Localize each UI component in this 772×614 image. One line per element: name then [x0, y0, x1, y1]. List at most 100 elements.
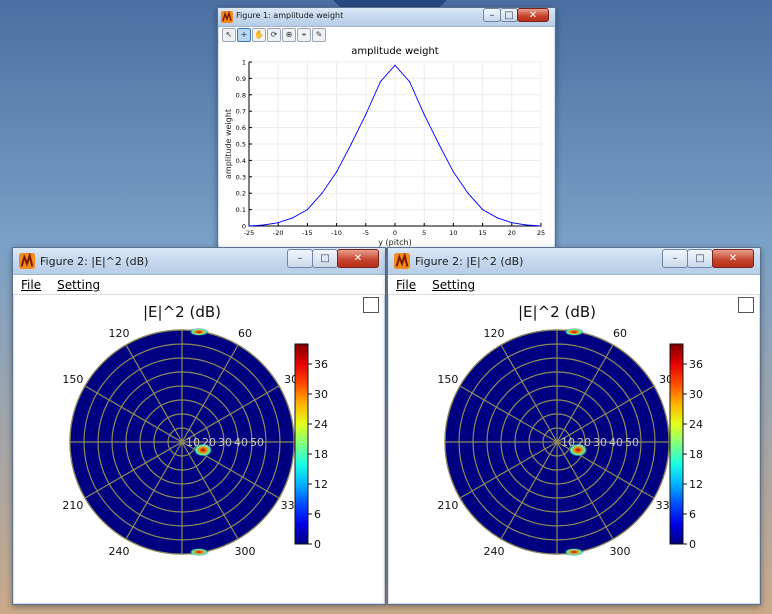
radial-label: 20 [577, 436, 591, 449]
colorbar-tick-label: 6 [689, 508, 696, 521]
radial-label: 50 [250, 436, 264, 449]
y-tick-label: 0.8 [236, 91, 246, 99]
polar-heatmap-plot: |E|^2 (dB)3060120150210240 30033010 20 30 40… [62, 303, 328, 558]
radial-label: 40 [234, 436, 248, 449]
data-point [467, 192, 469, 194]
colorbar-tick-label: 36 [689, 358, 703, 371]
x-tick-label: 10 [449, 229, 457, 237]
data-point [394, 64, 396, 66]
hotspot-bottom [189, 548, 209, 556]
close-button[interactable]: ✕ [517, 8, 549, 22]
title-bar[interactable]: Figure 2: |E|^2 (dB) – □ ✕ [388, 248, 760, 275]
x-tick-label: -15 [302, 229, 313, 237]
y-tick-label: 0.6 [236, 124, 246, 132]
pointer-icon[interactable]: ↖ [222, 28, 236, 42]
angle-label: 60 [613, 327, 627, 340]
y-tick-label: 0 [242, 223, 246, 231]
data-point [511, 222, 513, 224]
colorbar-tick-label: 30 [314, 388, 328, 401]
minimize-button[interactable]: – [287, 249, 313, 268]
x-tick-label: 15 [478, 229, 486, 237]
data-point [292, 217, 294, 219]
rotate-icon[interactable]: ⟳ [267, 28, 281, 42]
radial-label: 10 [561, 436, 575, 449]
colorbar [294, 343, 309, 545]
maximize-button[interactable]: □ [500, 8, 518, 22]
polar-plot-window-right[interactable]: Figure 2: |E|^2 (dB) – □ ✕ File Setting |… [387, 247, 761, 605]
angle-label: 300 [610, 545, 631, 558]
data-point [321, 192, 323, 194]
angle-label: 240 [109, 545, 130, 558]
colorbar-tick-label: 30 [689, 388, 703, 401]
minimize-button[interactable]: – [483, 8, 501, 22]
data-point [482, 209, 484, 211]
data-point [277, 222, 279, 224]
angle-label: 210 [62, 499, 83, 512]
close-button[interactable]: ✕ [337, 249, 379, 268]
title-bar[interactable]: Figure 1: amplitude weight – □ ✕ [218, 8, 555, 27]
colorbar-tick-label: 24 [689, 418, 703, 431]
x-tick-label: -20 [273, 229, 284, 237]
colorbar-tick-label: 18 [689, 448, 703, 461]
angle-label: 240 [484, 545, 505, 558]
radial-label: 20 [202, 436, 216, 449]
data-point [525, 224, 527, 226]
amplitude-weight-plot: -25 -20 -15 -10 -5 0 5 10 15 20 2500.10.20.30.40.5… [224, 46, 545, 247]
menu-file[interactable]: File [388, 275, 424, 294]
colorbar [669, 343, 684, 545]
figure-toolbar: ↖ + ✋ ⟳ ⊕ ⌖ ✎ [222, 28, 326, 42]
data-point [248, 225, 250, 227]
angle-label: 210 [437, 499, 458, 512]
chart-title: |E|^2 (dB) [518, 303, 596, 321]
radial-label: 30 [218, 436, 232, 449]
menu-setting[interactable]: Setting [49, 275, 108, 294]
data-point [423, 113, 425, 116]
data-point [496, 217, 498, 219]
y-tick-label: 1 [242, 59, 246, 67]
zoom-box-icon[interactable]: ⊕ [282, 28, 296, 42]
colorbar-tick-label: 0 [689, 538, 696, 551]
data-point [438, 143, 440, 145]
matlab-icon [221, 11, 233, 23]
colorbar-tick-label: 0 [314, 538, 321, 551]
data-point [263, 224, 265, 226]
y-tick-label: 0.7 [236, 108, 246, 116]
x-axis-label: y (pitch) [378, 238, 411, 247]
y-tick-label: 0.5 [236, 141, 246, 149]
polar-plot-window-left[interactable]: Figure 2: |E|^2 (dB) – □ ✕ File Setting |… [12, 247, 386, 605]
minimize-button[interactable]: – [662, 249, 688, 268]
window-title: Figure 2: |E|^2 (dB) [415, 255, 524, 268]
x-tick-label: 25 [537, 229, 545, 237]
x-tick-label: 5 [422, 229, 426, 237]
colorbar-tick-label: 12 [689, 478, 703, 491]
data-point [350, 143, 352, 145]
radial-label: 40 [609, 436, 623, 449]
brush-icon[interactable]: ✎ [312, 28, 326, 42]
data-point [452, 171, 454, 173]
hotspot-top [564, 328, 584, 336]
y-tick-label: 0.2 [236, 190, 246, 198]
data-point [540, 225, 542, 227]
y-tick-label: 0.3 [236, 173, 246, 181]
y-axis-label: amplitude weight [224, 109, 233, 179]
maximize-button[interactable]: □ [312, 249, 338, 268]
chart-title: amplitude weight [351, 46, 439, 57]
title-bar[interactable]: Figure 2: |E|^2 (dB) – □ ✕ [13, 248, 385, 275]
zoom-icon[interactable]: + [237, 28, 251, 42]
matlab-icon [19, 253, 35, 269]
angle-label: 150 [437, 373, 458, 386]
radial-label: 30 [593, 436, 607, 449]
menu-file[interactable]: File [13, 275, 49, 294]
amplitude-weight-window[interactable]: Figure 1: amplitude weight – □ ✕ ↖ + ✋ ⟳… [217, 7, 556, 249]
window-title: Figure 2: |E|^2 (dB) [40, 255, 149, 268]
pan-icon[interactable]: ✋ [252, 28, 266, 42]
data-point [336, 171, 338, 173]
close-button[interactable]: ✕ [712, 249, 754, 268]
datatip-icon[interactable]: ⌖ [297, 28, 311, 42]
menu-bar: File Setting [13, 275, 385, 295]
y-tick-label: 0.1 [236, 206, 246, 214]
menu-setting[interactable]: Setting [424, 275, 483, 294]
y-tick-label: 0.9 [236, 75, 246, 83]
maximize-button[interactable]: □ [687, 249, 713, 268]
colorbar-tick-label: 6 [314, 508, 321, 521]
